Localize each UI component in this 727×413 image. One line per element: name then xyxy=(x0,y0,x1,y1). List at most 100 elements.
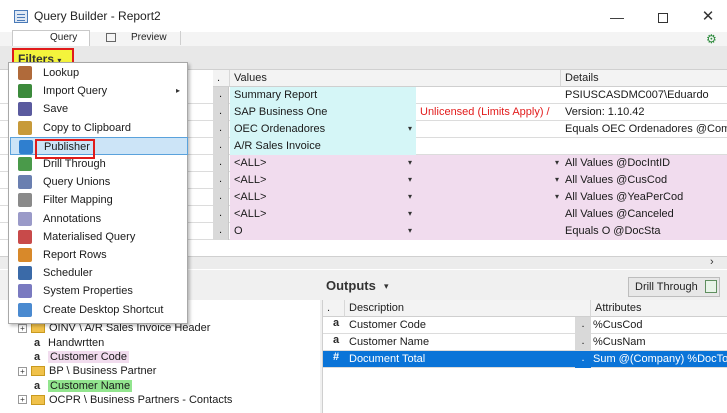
scroll-right-icon[interactable]: › xyxy=(710,256,714,268)
row-selector[interactable]: . xyxy=(575,334,591,351)
row-selector[interactable]: . xyxy=(575,317,591,334)
menu-item-lookup[interactable]: Lookup xyxy=(10,64,188,82)
folder-icon xyxy=(31,323,45,334)
filter-note: Unlicensed (Limits Apply) / xyxy=(420,106,550,118)
menu-item-report-rows[interactable]: Report Rows xyxy=(10,246,188,264)
filter-value[interactable]: A/R Sales Invoice xyxy=(230,138,416,155)
minimize-button[interactable]: — xyxy=(602,6,632,28)
dropdown-arrow-icon[interactable]: ▾ xyxy=(408,209,412,218)
dropdown-arrow-icon[interactable]: ▾ xyxy=(408,226,412,235)
tree-item[interactable]: a Customer Code xyxy=(34,350,130,364)
create-desktop-shortcut-icon xyxy=(18,302,32,317)
output-attributes: Sum @(Company) %DocTot xyxy=(593,353,727,365)
tree-item-label: BP \ Business Partner xyxy=(49,365,157,378)
outputs-chevron-icon[interactable]: ▾ xyxy=(384,281,389,292)
close-button[interactable]: ✕ xyxy=(693,6,723,28)
row-selector[interactable]: . xyxy=(213,172,229,189)
filter-detail: Equals OEC Ordenadores @Company xyxy=(565,123,727,135)
outputs-header-dot: . xyxy=(323,300,345,317)
output-description: Customer Code xyxy=(349,319,427,331)
row-selector[interactable]: . xyxy=(213,189,229,206)
filter-value[interactable]: <ALL> xyxy=(230,189,416,206)
filter-note xyxy=(416,172,561,189)
filter-value[interactable]: OEC Ordenadores xyxy=(230,121,416,138)
dropdown-arrow-icon[interactable]: ▾ xyxy=(555,192,559,201)
menu-item-label: Save xyxy=(43,103,69,116)
menu-item-label: Query Unions xyxy=(43,176,111,189)
menu-item-label: Report Rows xyxy=(43,249,107,261)
expand-icon[interactable]: + xyxy=(18,323,27,333)
filters-dropdown-menu: Lookup Import Query ▸ Save Copy to Clipboard… xyxy=(8,62,188,324)
filter-note xyxy=(416,189,561,206)
menu-item-label: Create Desktop Shortcut xyxy=(43,303,164,316)
row-selector[interactable]: . xyxy=(213,87,229,104)
filter-note xyxy=(416,155,561,172)
output-attributes: %CusNam xyxy=(593,336,646,348)
output-row[interactable]: # Document Total. Sum @(Company) %DocTot xyxy=(323,351,727,368)
filter-note xyxy=(416,223,561,240)
menu-item-filter-mapping[interactable]: Filter Mapping xyxy=(10,191,188,209)
menu-item-scheduler[interactable]: Scheduler xyxy=(10,264,188,282)
folder-icon xyxy=(31,366,45,377)
output-row[interactable]: a Customer Name. %CusNam xyxy=(323,334,727,351)
menu-item-label: Copy to Clipboard xyxy=(43,121,132,134)
grid-header-details[interactable]: Details xyxy=(561,70,727,87)
tree-item[interactable]: a Handwrtten xyxy=(34,336,104,350)
filter-value[interactable]: SAP Business One xyxy=(230,104,416,121)
menu-item-system-properties[interactable]: System Properties xyxy=(10,282,188,300)
tree-item[interactable]: + BP \ Business Partner xyxy=(18,364,156,378)
menu-item-label: Scheduler xyxy=(43,267,93,280)
row-selector[interactable]: . xyxy=(213,104,229,121)
menu-item-label: Filter Mapping xyxy=(43,194,113,207)
outputs-header-description[interactable]: Description xyxy=(345,300,591,317)
row-selector[interactable]: . xyxy=(213,223,229,240)
dropdown-arrow-icon[interactable]: ▾ xyxy=(408,175,412,184)
grid-header-values[interactable]: Values xyxy=(230,70,561,87)
dropdown-arrow-icon[interactable]: ▾ xyxy=(555,175,559,184)
row-selector[interactable]: . xyxy=(213,155,229,172)
tree-item-label: OCPR \ Business Partners - Contacts xyxy=(49,393,233,406)
dropdown-arrow-icon[interactable]: ▾ xyxy=(408,124,412,133)
filter-value[interactable]: O xyxy=(230,223,416,240)
save-icon xyxy=(18,102,32,117)
row-selector[interactable]: . xyxy=(213,138,229,155)
menu-item-label: Import Query xyxy=(43,85,108,98)
expand-icon[interactable]: + xyxy=(18,366,27,376)
query-unions-icon xyxy=(18,175,32,190)
menu-item-materialised-query[interactable]: Materialised Query xyxy=(10,228,188,246)
output-row[interactable]: a Customer Code. %CusCod xyxy=(323,317,727,334)
filter-value[interactable]: <ALL> xyxy=(230,155,416,172)
app-icon xyxy=(14,10,28,23)
dropdown-arrow-icon[interactable]: ▾ xyxy=(555,158,559,167)
tree-item[interactable]: + OCPR \ Business Partners - Contacts xyxy=(18,393,232,407)
dropdown-arrow-icon[interactable]: ▾ xyxy=(408,192,412,201)
filter-value[interactable]: <ALL> xyxy=(230,172,416,189)
window-title: Query Builder - Report2 xyxy=(34,9,161,23)
menu-item-import-query[interactable]: Import Query ▸ xyxy=(10,82,188,100)
menu-item-save[interactable]: Save xyxy=(10,100,188,118)
import-query-icon xyxy=(18,84,32,99)
menu-item-query-unions[interactable]: Query Unions xyxy=(10,173,188,191)
filter-value[interactable]: <ALL> xyxy=(230,206,416,223)
tree-item[interactable]: a Customer Name xyxy=(34,379,133,393)
materialised-query-icon xyxy=(18,229,32,244)
dropdown-arrow-icon[interactable]: ▾ xyxy=(408,158,412,167)
row-selector[interactable]: . xyxy=(213,121,229,138)
drill-through-icon[interactable] xyxy=(705,280,717,293)
menu-item-create-desktop-shortcut[interactable]: Create Desktop Shortcut xyxy=(10,301,188,319)
menu-item-copy-to-clipboard[interactable]: Copy to Clipboard xyxy=(10,119,188,137)
filter-value[interactable]: Summary Report xyxy=(230,87,416,104)
row-selector[interactable]: . xyxy=(213,206,229,223)
outputs-header-attributes[interactable]: Attributes xyxy=(591,300,727,317)
row-selector[interactable]: . xyxy=(575,351,591,368)
text-field-icon: a xyxy=(34,379,41,392)
expand-icon[interactable]: + xyxy=(18,395,27,405)
filter-detail: Version: 1.10.42 xyxy=(565,106,645,118)
settings-icon[interactable]: ⚙ xyxy=(706,32,717,46)
tab-preview[interactable]: Preview xyxy=(131,32,167,43)
copy-to-clipboard-icon xyxy=(18,120,32,135)
menu-item-annotations[interactable]: Annotations xyxy=(10,210,188,228)
outputs-title: Outputs xyxy=(326,278,376,293)
maximize-button[interactable] xyxy=(648,6,678,28)
scheduler-icon xyxy=(18,266,32,281)
